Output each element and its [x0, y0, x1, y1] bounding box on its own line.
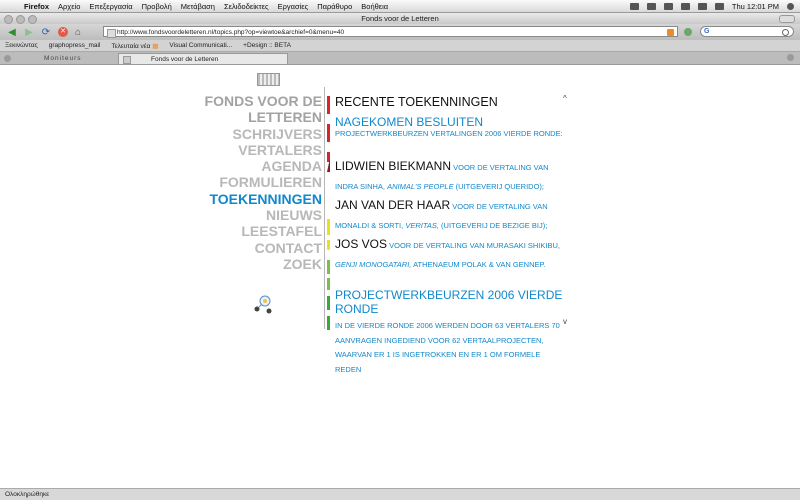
- tab-label: Moniteurs: [44, 55, 82, 62]
- site-favicon-icon: [107, 29, 116, 38]
- nav-toekenningen[interactable]: TOEKENNINGEN: [185, 191, 322, 207]
- tab-favicon-icon: [123, 56, 131, 64]
- nav-brand[interactable]: FONDS VOOR DE LETTEREN: [185, 93, 322, 126]
- bookmark-latest-news-label: Τελευταία νέα: [111, 42, 151, 50]
- search-engine-icon[interactable]: G: [704, 28, 709, 35]
- battery-icon[interactable]: [714, 2, 724, 10]
- tab-fonds-voor-de-letteren[interactable]: Fonds voor de Letteren: [118, 53, 288, 64]
- new-tab-icon[interactable]: [787, 54, 794, 61]
- award-publisher: ATHENAEUM POLAK & VAN GENNEP.: [413, 260, 546, 269]
- rss-feed-icon[interactable]: [667, 29, 674, 36]
- page-heading: RECENTE TOEKENNINGEN: [335, 95, 498, 109]
- content-area: RECENTE TOEKENNINGEN NAGEKOMEN BESLUITEN…: [335, 93, 568, 377]
- award-name: LIDWIEN BIEKMANN: [335, 159, 452, 173]
- reload-icon[interactable]: ⟳: [39, 26, 53, 38]
- bookmark-getting-started[interactable]: Ξεκινώντας: [5, 42, 38, 49]
- menu-go[interactable]: Μετάβαση: [181, 2, 215, 11]
- award-text: VOOR DE VERTALING VAN MURASAKI SHIKIBU,: [389, 241, 560, 250]
- tab-label: Fonds voor de Letteren: [151, 56, 219, 63]
- close-window-button[interactable]: [4, 15, 13, 24]
- awards-list: LIDWIEN BIEKMANN VOOR DE VERTALING VAN I…: [335, 157, 568, 274]
- stop-icon[interactable]: ✕: [58, 27, 68, 37]
- back-arrow-icon[interactable]: ◀: [5, 26, 19, 38]
- volume-icon[interactable]: [697, 2, 707, 10]
- display-icon[interactable]: [629, 2, 639, 10]
- site-logo[interactable]: [257, 73, 280, 86]
- rss-icon: ▩: [150, 42, 159, 50]
- menu-bookmarks[interactable]: Σελιδοδείκτες: [224, 2, 269, 11]
- menubar-clock[interactable]: Thu 12:01 PM: [732, 2, 779, 11]
- url-bar[interactable]: http://www.fondsvoordeletteren.nl/topics…: [103, 26, 678, 38]
- accent-bar: [327, 240, 330, 250]
- window-titlebar: Fonds voor de Letteren: [0, 13, 800, 24]
- award-name: JOS VOS: [335, 237, 388, 251]
- menubar-status-area: Thu 12:01 PM: [629, 0, 794, 12]
- menu-edit[interactable]: Επεξεργασία: [89, 2, 132, 11]
- award-name: JAN VAN DER HAAR: [335, 198, 451, 212]
- menu-view[interactable]: Προβολή: [142, 2, 172, 11]
- scroll-down-button[interactable]: v: [563, 317, 567, 326]
- home-icon[interactable]: ⌂: [71, 26, 85, 38]
- nav-contact[interactable]: CONTACT: [185, 240, 322, 256]
- window-title: Fonds voor de Letteren: [361, 14, 439, 23]
- section-subtitle: PROJECTWERKBEURZEN VERTALINGEN 2006 VIER…: [335, 129, 563, 138]
- tab-bar: Moniteurs Fonds voor de Letteren: [0, 52, 800, 65]
- status-bar: Ολοκληρώθηκε: [0, 488, 800, 500]
- close-tab-icon[interactable]: [4, 55, 11, 62]
- window-controls: [4, 15, 37, 24]
- nav-zoek[interactable]: ZOEK: [185, 256, 322, 272]
- menu-help[interactable]: Βοήθεια: [361, 2, 388, 11]
- forward-arrow-icon[interactable]: ▶: [22, 26, 36, 38]
- scroll-up-button[interactable]: ^: [563, 94, 567, 103]
- nav-agenda[interactable]: AGENDA: [185, 158, 322, 174]
- section-body: IN DE VIERDE RONDE 2006 WERDEN DOOR 63 V…: [335, 321, 560, 374]
- menu-tools[interactable]: Εργασίες: [278, 2, 309, 11]
- toolbar-toggle-button[interactable]: [779, 15, 795, 23]
- section-title-nagekomen[interactable]: NAGEKOMEN BESLUITEN: [335, 115, 568, 129]
- bookmark-visual-communication[interactable]: Visual Communicati...: [169, 42, 232, 49]
- nav-schrijvers[interactable]: SCHRIJVERS: [185, 126, 322, 142]
- mac-menubar: Firefox Αρχείο Επεξεργασία Προβολή Μετάβ…: [0, 0, 800, 13]
- wifi-icon[interactable]: [663, 2, 673, 10]
- accent-bar: [327, 96, 330, 114]
- nav-toolbar: ◀ ▶ ⟳ ✕ ⌂ http://www.fondsvoordeletteren…: [0, 24, 800, 40]
- bookmarks-bar: Ξεκινώντας graphopress_mail Τελευταία νέ…: [0, 40, 800, 52]
- bookmark-graphopress-mail[interactable]: graphopress_mail: [49, 42, 101, 49]
- award-publisher: (UITGEVERIJ QUERIDO);: [455, 182, 545, 191]
- menu-file[interactable]: Αρχείο: [58, 2, 80, 11]
- award-title: VERITAS,: [405, 221, 439, 230]
- award-title: GENJI MONOGATARI,: [335, 260, 412, 269]
- content-divider: [324, 87, 325, 329]
- minimize-window-button[interactable]: [16, 15, 25, 24]
- award-title: ANIMAL'S PEOPLE: [387, 182, 454, 191]
- nav-formulieren[interactable]: FORMULIEREN: [185, 174, 322, 190]
- award-publisher: (UITGEVERIJ DE BEZIGE BIJ);: [441, 221, 548, 230]
- menu-window[interactable]: Παράθυρο: [317, 2, 352, 11]
- bluetooth-icon[interactable]: [646, 2, 656, 10]
- accent-bar: [327, 260, 330, 274]
- bookmark-design-beta[interactable]: +Design :: BETA: [243, 42, 291, 49]
- tab-moniteurs[interactable]: Moniteurs: [0, 53, 125, 64]
- site-navigation: FONDS VOOR DE LETTEREN SCHRIJVERS VERTAL…: [185, 93, 322, 272]
- search-input[interactable]: G: [700, 26, 794, 37]
- section-title-projectwerkbeurzen[interactable]: PROJECTWERKBEURZEN 2006 VIERDE RONDE: [335, 288, 568, 316]
- accent-bar: [327, 219, 330, 235]
- magnifier-icon: [782, 29, 789, 36]
- bookmark-latest-news[interactable]: Τελευταία νέα ▩: [111, 42, 158, 50]
- accent-bar: [327, 278, 330, 290]
- nav-vertalers[interactable]: VERTALERS: [185, 142, 322, 158]
- go-button-icon[interactable]: [684, 28, 692, 36]
- url-text: http://www.fondsvoordeletteren.nl/topics…: [117, 29, 345, 36]
- nav-nieuws[interactable]: NIEUWS: [185, 207, 322, 223]
- spotlight-icon[interactable]: [787, 2, 794, 10]
- accent-bar: [327, 124, 330, 142]
- menu-app-name[interactable]: Firefox: [24, 2, 49, 11]
- accent-bar: [327, 296, 330, 310]
- zoom-window-button[interactable]: [28, 15, 37, 24]
- mascot-figure-icon: [254, 295, 272, 314]
- flag-icon[interactable]: [680, 2, 690, 10]
- accent-bar: [327, 316, 330, 330]
- nav-leestafel[interactable]: LEESTAFEL: [185, 223, 322, 239]
